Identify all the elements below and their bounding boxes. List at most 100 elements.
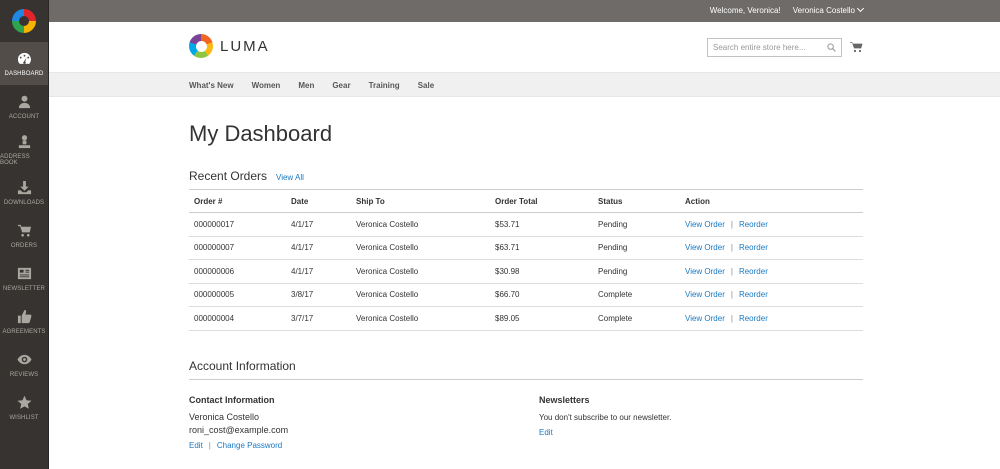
order-total: $63.71 <box>490 236 593 260</box>
ship-to: Veronica Costello <box>351 306 490 331</box>
nav-item-women[interactable]: Women <box>252 81 281 90</box>
table-row: 000000004 3/7/17 Veronica Costello $89.0… <box>189 306 863 331</box>
star-icon <box>16 395 32 411</box>
order-date: 4/1/17 <box>286 259 351 284</box>
newsletter-actions: Edit <box>539 428 553 437</box>
admin-logo[interactable] <box>0 0 48 42</box>
sidebar-item-label: NEWSLETTER <box>2 285 45 292</box>
order-status: Pending <box>593 236 680 260</box>
nav-item-training[interactable]: Training <box>369 81 400 90</box>
top-bar-links: Welcome, Veronica! Veronica Costello <box>709 4 865 15</box>
reorder-link[interactable]: Reorder <box>739 290 768 299</box>
contact-email: roni_cost@example.com <box>189 425 289 435</box>
page-title: My Dashboard <box>189 121 333 146</box>
newsletter-icon <box>16 266 32 282</box>
search-box <box>707 38 842 57</box>
separator: | <box>730 290 733 300</box>
order-status: Pending <box>593 259 680 284</box>
order-date: 3/8/17 <box>286 283 351 307</box>
ship-to: Veronica Costello <box>351 259 490 284</box>
view-order-link[interactable]: View Order <box>685 243 725 252</box>
change-password-link[interactable]: Change Password <box>217 441 282 450</box>
logo-icon <box>12 9 36 33</box>
view-order-link[interactable]: View Order <box>685 314 725 323</box>
address-book-icon <box>16 134 32 150</box>
column-header-date: Date <box>286 189 351 213</box>
order-actions: View Order | Reorder <box>680 236 863 260</box>
order-date: 3/7/17 <box>286 306 351 331</box>
contact-actions: Edit | Change Password <box>189 441 282 450</box>
order-date: 4/1/17 <box>286 236 351 260</box>
table-header-row: Order # Date Ship To Order Total Status … <box>189 189 863 213</box>
welcome-message: Welcome, Veronica! <box>709 6 781 15</box>
table-row: 000000007 4/1/17 Veronica Costello $63.7… <box>189 236 863 260</box>
order-actions: View Order | Reorder <box>680 306 863 331</box>
column-header-ship-to: Ship To <box>351 189 490 213</box>
eye-icon <box>16 352 32 368</box>
main-navigation: What's New Women Men Gear Training Sale <box>49 72 1000 97</box>
order-number: 000000005 <box>189 283 286 307</box>
cart-icon[interactable] <box>850 41 863 53</box>
order-date: 4/1/17 <box>286 212 351 237</box>
newsletter-status-text: You don't subscribe to our newsletter. <box>539 413 672 422</box>
nav-item-sale[interactable]: Sale <box>418 81 434 90</box>
nav-item-whats-new[interactable]: What's New <box>189 81 234 90</box>
reorder-link[interactable]: Reorder <box>739 243 768 252</box>
nav-item-men[interactable]: Men <box>298 81 314 90</box>
order-actions: View Order | Reorder <box>680 259 863 284</box>
recent-orders-title: Recent Orders <box>189 169 268 183</box>
view-order-link[interactable]: View Order <box>685 290 725 299</box>
sidebar-item-address-book[interactable]: ADDRESS BOOK <box>0 128 48 171</box>
nav-item-gear[interactable]: Gear <box>332 81 350 90</box>
sidebar-item-newsletter[interactable]: NEWSLETTER <box>0 257 48 300</box>
order-total: $53.71 <box>490 212 593 237</box>
sidebar-item-reviews[interactable]: REVIEWS <box>0 343 48 386</box>
customer-menu[interactable]: Veronica Costello <box>793 4 865 15</box>
order-actions: View Order | Reorder <box>680 283 863 307</box>
sidebar-item-wishlist[interactable]: WISHLIST <box>0 386 48 429</box>
separator: | <box>730 219 733 229</box>
separator: | <box>208 441 211 450</box>
column-header-action: Action <box>680 189 863 213</box>
sidebar-item-agreements[interactable]: AGREEMENTS <box>0 300 48 343</box>
download-icon <box>16 180 32 196</box>
recent-orders-table: Order # Date Ship To Order Total Status … <box>189 189 863 331</box>
reorder-link[interactable]: Reorder <box>739 314 768 323</box>
sidebar-item-label: WISHLIST <box>9 414 39 421</box>
reorder-link[interactable]: Reorder <box>739 267 768 276</box>
order-total: $30.98 <box>490 259 593 284</box>
thumbs-up-icon <box>16 309 32 325</box>
store-logo[interactable]: LUMA <box>189 34 270 58</box>
view-order-link[interactable]: View Order <box>685 267 725 276</box>
sidebar-item-label: REVIEWS <box>9 371 39 378</box>
search-input[interactable] <box>713 43 823 52</box>
sidebar-item-label: ADDRESS BOOK <box>0 153 30 166</box>
sidebar-item-label: DOWNLOADS <box>3 199 45 206</box>
view-order-link[interactable]: View Order <box>685 220 725 229</box>
separator: | <box>730 313 733 323</box>
dashboard-icon <box>16 51 32 67</box>
sidebar-item-orders[interactable]: ORDERS <box>0 214 48 257</box>
ship-to: Veronica Costello <box>351 283 490 307</box>
sidebar-item-account[interactable]: ACCOUNT <box>0 85 48 128</box>
view-all-link[interactable]: View All <box>276 173 304 182</box>
sidebar-item-dashboard[interactable]: DASHBOARD <box>0 42 48 85</box>
chevron-down-icon <box>856 4 865 13</box>
separator: | <box>730 243 733 253</box>
reorder-link[interactable]: Reorder <box>739 220 768 229</box>
edit-contact-link[interactable]: Edit <box>189 441 203 450</box>
ship-to: Veronica Costello <box>351 212 490 237</box>
order-number: 000000006 <box>189 259 286 284</box>
divider <box>189 379 863 380</box>
search-icon[interactable] <box>827 43 836 52</box>
order-status: Complete <box>593 283 680 307</box>
luma-logo-icon <box>189 34 213 58</box>
sidebar-item-downloads[interactable]: DOWNLOADS <box>0 171 48 214</box>
order-status: Complete <box>593 306 680 331</box>
order-number: 000000004 <box>189 306 286 331</box>
edit-newsletter-link[interactable]: Edit <box>539 428 553 437</box>
top-bar: Welcome, Veronica! Veronica Costello <box>49 0 1000 22</box>
contact-name: Veronica Costello <box>189 412 260 422</box>
order-actions: View Order | Reorder <box>680 212 863 237</box>
column-header-order-total: Order Total <box>490 189 593 213</box>
